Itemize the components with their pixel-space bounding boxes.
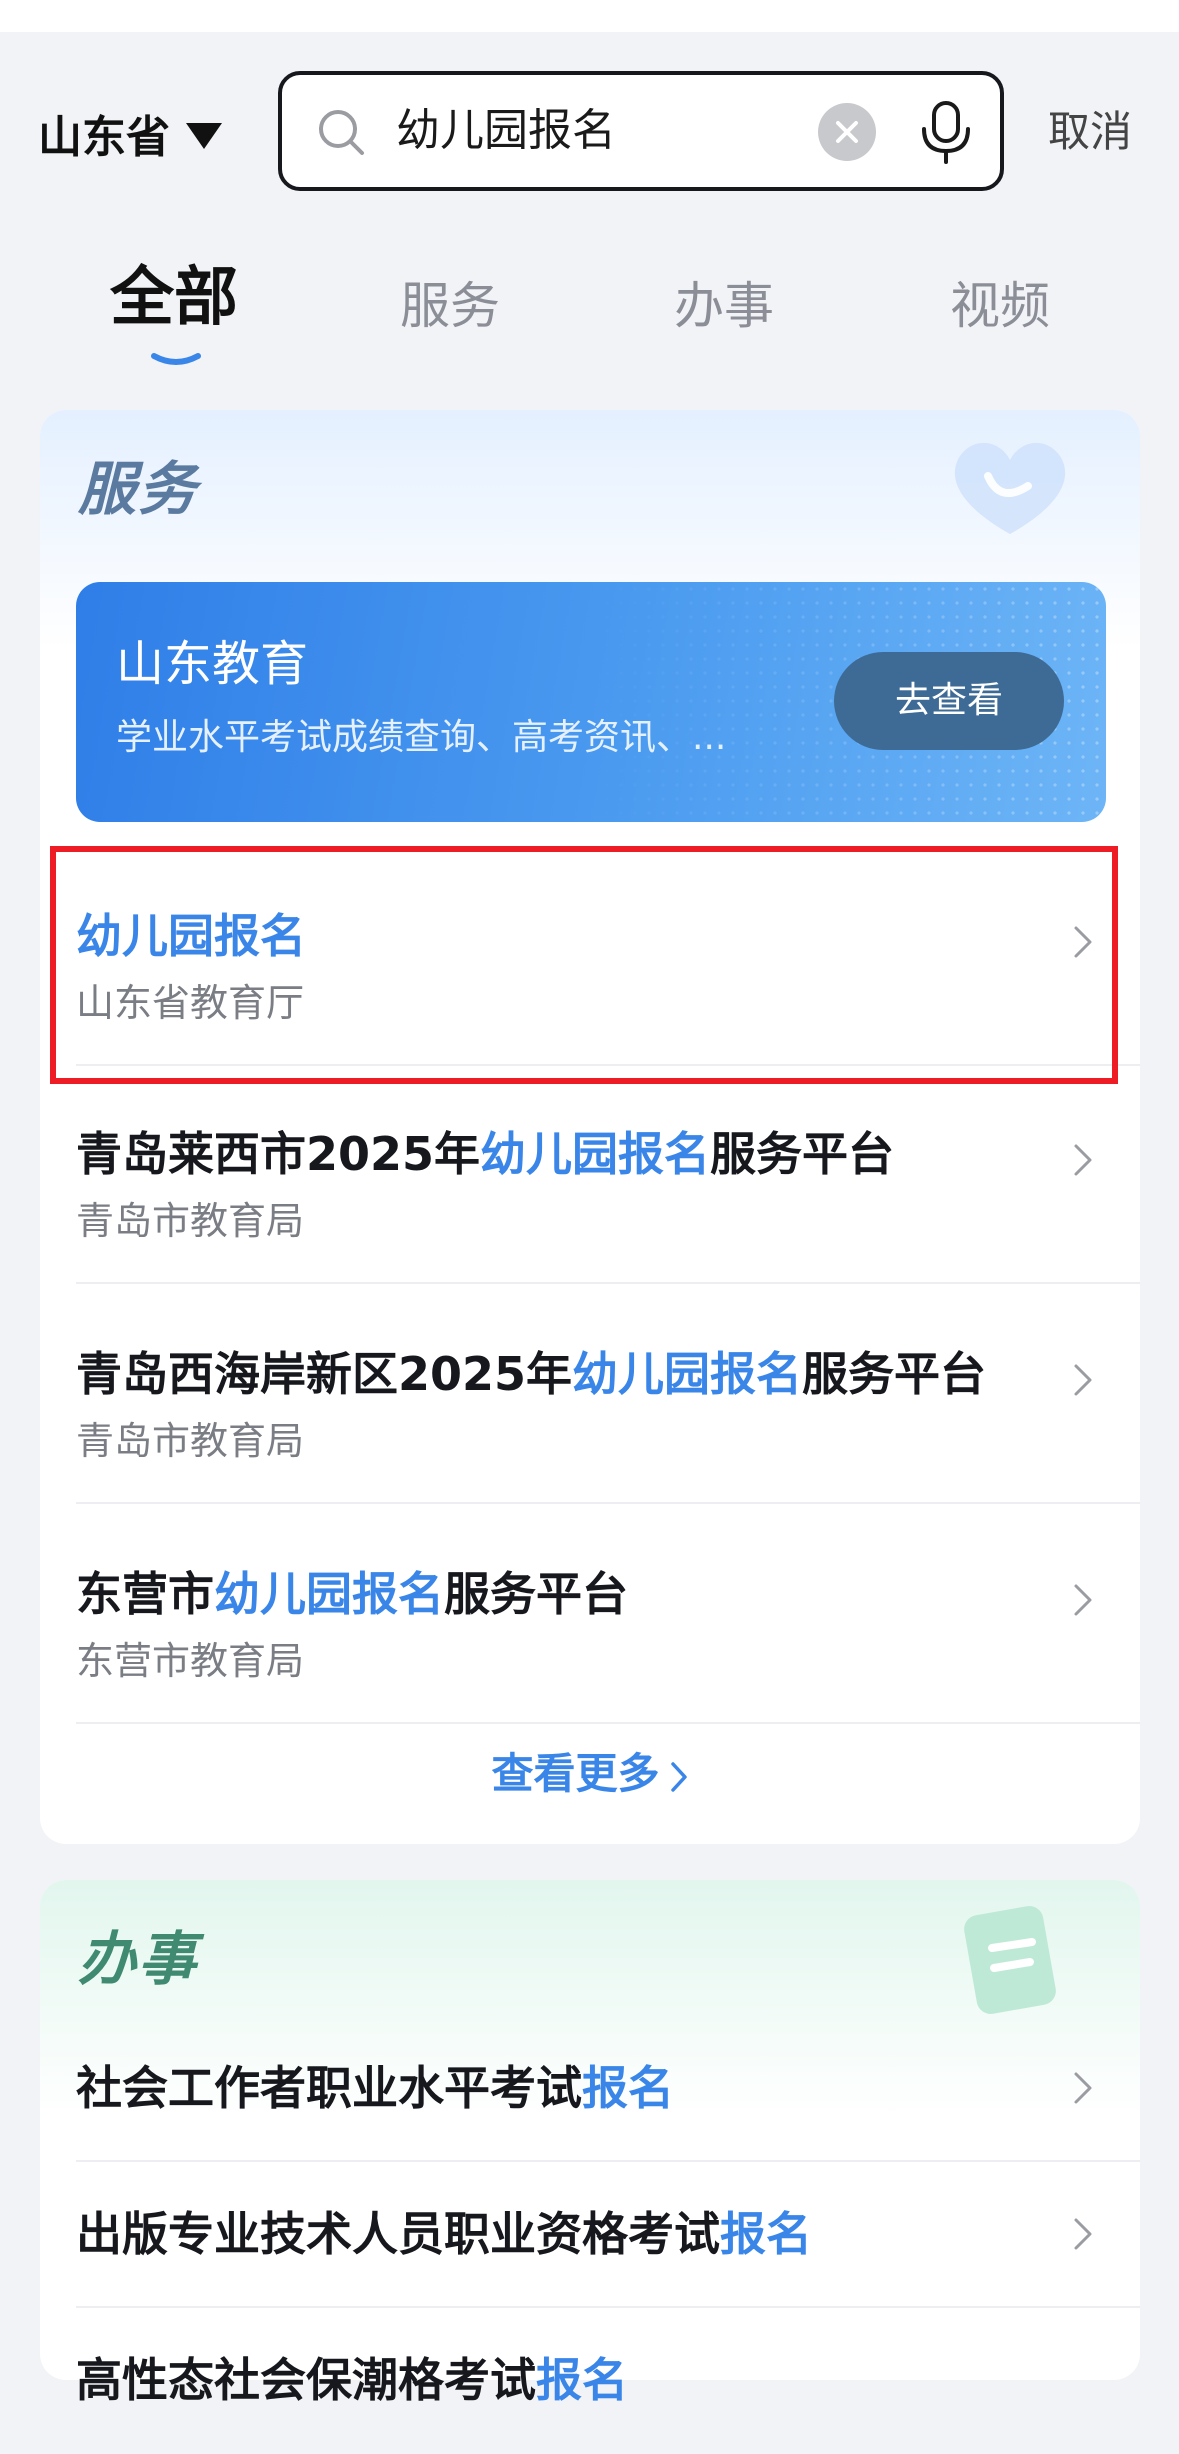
chevron-right-icon	[1074, 1144, 1092, 1176]
document-decoration-icon	[964, 1906, 1056, 2014]
item-subtitle: 青岛市教育局	[76, 1419, 305, 1463]
search-input[interactable]: 幼儿园报名	[396, 103, 616, 159]
highlight-frame	[50, 846, 1118, 1084]
search-box[interactable]: 幼儿园报名	[278, 71, 1004, 191]
affairs-item-social-worker[interactable]: 社会工作者职业水平考试报名	[76, 2016, 1140, 2162]
divider	[76, 1722, 1140, 1724]
tab-services[interactable]: 服务	[400, 274, 500, 338]
chevron-right-icon	[1074, 1584, 1092, 1616]
affairs-item-publishing[interactable]: 出版专业技术人员职业资格考试报名	[76, 2162, 1140, 2308]
region-label: 山东省	[38, 112, 170, 163]
shandong-education-banner[interactable]: 山东教育 学业水平考试成绩查询、高考资讯、... 去查看	[76, 582, 1106, 822]
banner-title: 山东教育	[116, 636, 309, 692]
affairs-title: 办事	[78, 1925, 199, 1993]
item-subtitle: 东营市教育局	[76, 1639, 305, 1683]
item-title: 青岛西海岸新区2025年幼儿园报名服务平台	[76, 1347, 987, 1401]
chevron-right-icon	[1074, 2072, 1092, 2104]
view-more-label: 查看更多	[491, 1749, 660, 1798]
cancel-button[interactable]: 取消	[1048, 104, 1132, 160]
affairs-item-partial[interactable]: 高性态社会保潮格考试报名	[76, 2308, 1140, 2454]
service-item-west-coast[interactable]: 青岛西海岸新区2025年幼儿园报名服务平台 青岛市教育局	[76, 1284, 1140, 1504]
heart-decoration-icon	[954, 442, 1066, 534]
chevron-right-icon	[670, 1761, 687, 1792]
item-title: 社会工作者职业水平考试报名	[76, 2061, 674, 2115]
chevron-right-icon	[1074, 1364, 1092, 1396]
tab-affairs[interactable]: 办事	[674, 274, 774, 338]
tab-all[interactable]: 全部	[110, 266, 238, 330]
region-selector[interactable]: 山东省	[38, 100, 222, 166]
clear-icon[interactable]	[818, 103, 876, 161]
banner-subtitle: 学业水平考试成绩查询、高考资讯、...	[116, 717, 727, 758]
item-subtitle: 青岛市教育局	[76, 1199, 305, 1243]
view-more-link[interactable]: 查看更多	[0, 1744, 1179, 1804]
item-title: 东营市幼儿园报名服务平台	[76, 1567, 628, 1621]
service-item-dongying[interactable]: 东营市幼儿园报名服务平台 东营市教育局	[76, 1504, 1140, 1724]
search-icon	[319, 110, 364, 155]
caret-down-icon	[186, 123, 222, 149]
chevron-right-icon	[1074, 2218, 1092, 2250]
status-strip	[0, 0, 1179, 32]
services-title: 服务	[78, 455, 199, 523]
item-title: 出版专业技术人员职业资格考试报名	[76, 2207, 812, 2261]
microphone-icon[interactable]	[918, 99, 974, 165]
go-view-button[interactable]: 去查看	[834, 652, 1064, 750]
tab-video[interactable]: 视频	[950, 274, 1050, 338]
tab-active-indicator	[151, 353, 201, 365]
service-item-laixi[interactable]: 青岛莱西市2025年幼儿园报名服务平台 青岛市教育局	[76, 1064, 1140, 1284]
item-title: 青岛莱西市2025年幼儿园报名服务平台	[76, 1127, 895, 1181]
item-title: 高性态社会保潮格考试报名	[76, 2353, 628, 2407]
